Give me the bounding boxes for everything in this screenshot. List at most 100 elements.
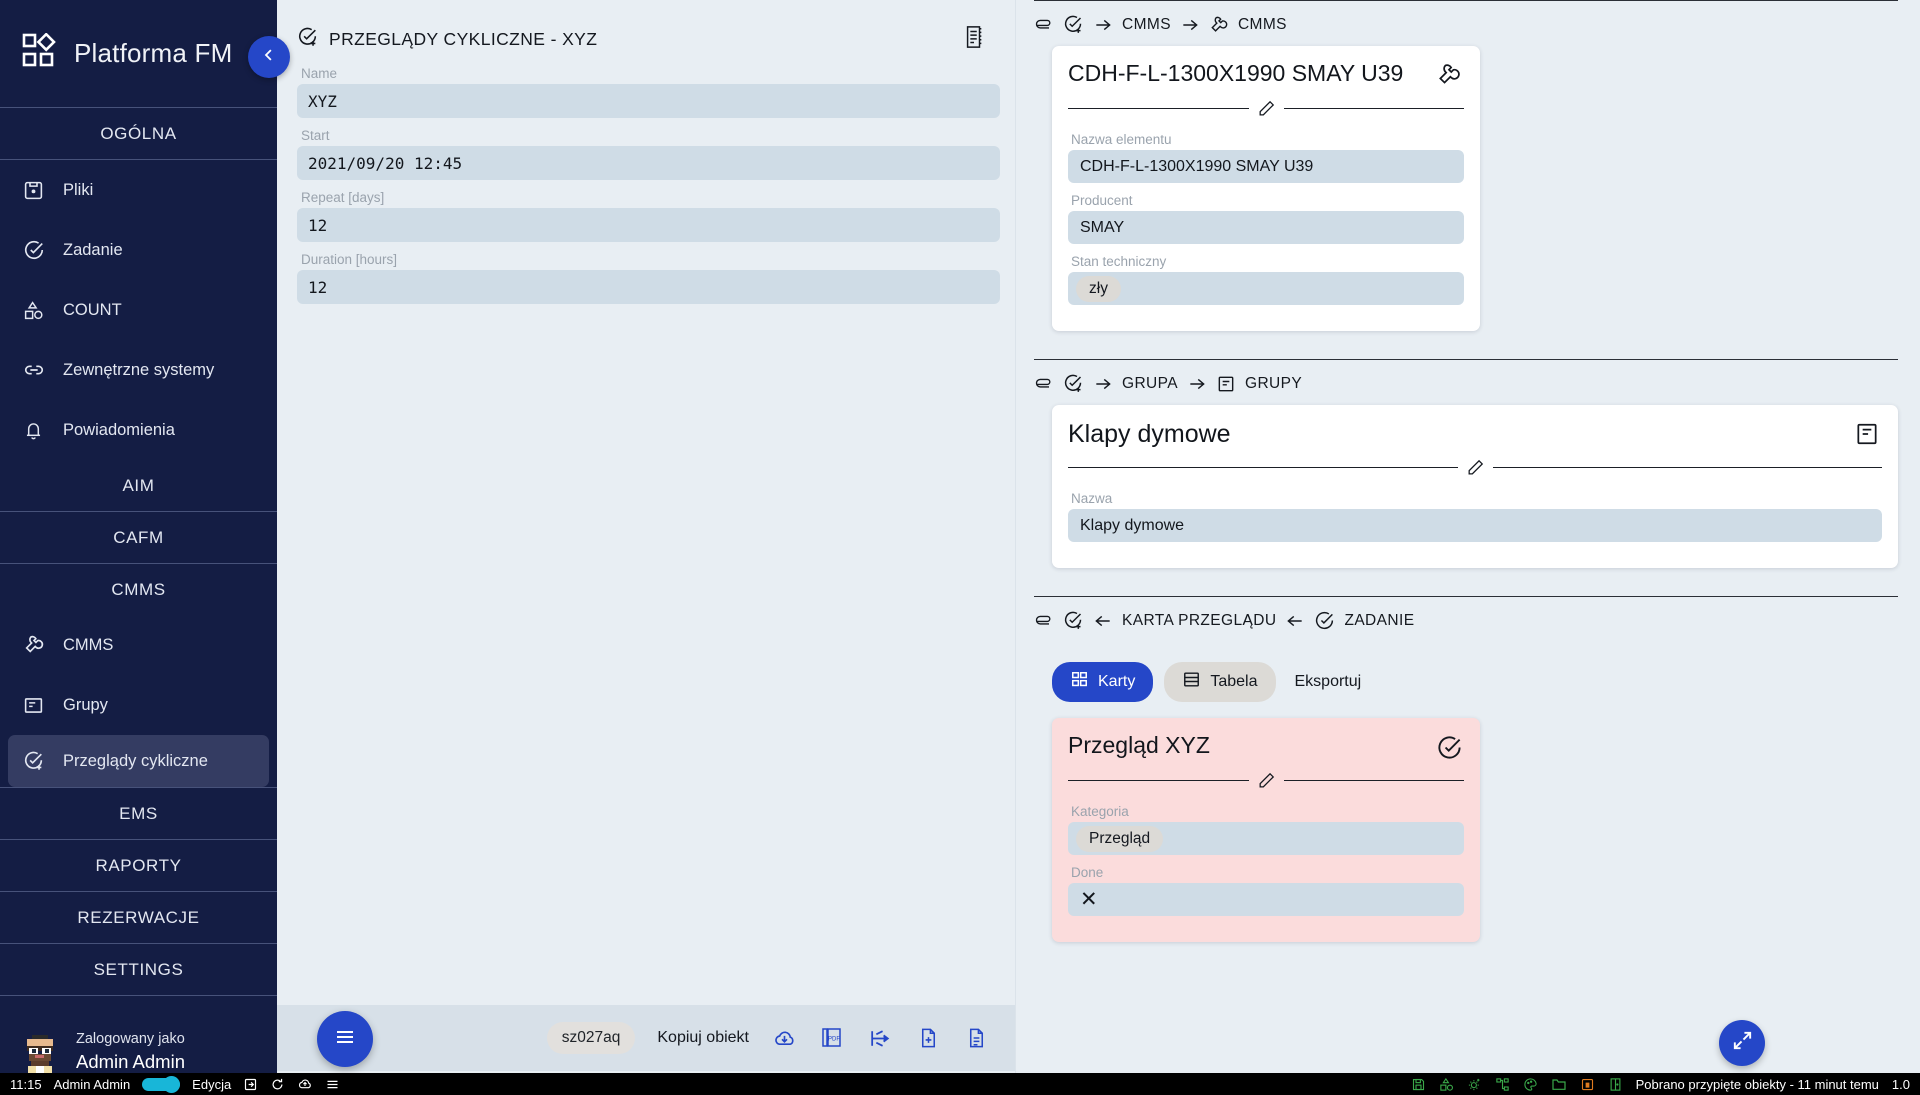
sidebar-section-cmms[interactable]: CMMS	[0, 564, 277, 615]
sidebar-brand[interactable]: Platforma FM	[0, 0, 277, 108]
cards-grid-icon	[1070, 670, 1089, 694]
sidebar-item-label: Zadanie	[63, 240, 123, 259]
copy-object-button[interactable]: Kopiuj obiekt	[657, 1029, 749, 1047]
sidebar-section-aim[interactable]: AIM	[0, 460, 277, 512]
box-orange-icon[interactable]	[1580, 1077, 1595, 1092]
producent-input[interactable]: SMAY	[1068, 211, 1464, 244]
menu-fab-button[interactable]	[317, 1011, 373, 1067]
paperclip-icon[interactable]	[1034, 611, 1054, 631]
breadcrumb: KARTA PRZEGLĄDU ZADANIE	[1034, 597, 1898, 642]
sidebar-item-zewnetrzne-systemy[interactable]: Zewnętrzne systemy	[0, 340, 277, 400]
expand-arrows-icon	[1731, 1029, 1754, 1057]
card-edit-rule	[1068, 458, 1882, 477]
related-objects-panel: CMMS CMMS CDH-F-L-1300X1990 SMAY U39 Naz…	[1016, 0, 1920, 1095]
tab-karty[interactable]: Karty	[1052, 662, 1154, 702]
check-plus-icon[interactable]	[1063, 14, 1084, 35]
check-circle-icon[interactable]	[1434, 732, 1464, 762]
user-name: Admin Admin	[76, 1050, 185, 1072]
field-label: Nazwa	[1071, 491, 1113, 506]
login-arrow-icon[interactable]	[243, 1077, 258, 1092]
app-logo-icon	[22, 32, 58, 74]
check-plus-icon[interactable]	[1063, 610, 1084, 631]
export-button[interactable]: Eksportuj	[1287, 665, 1380, 699]
object-card-cmms: CDH-F-L-1300X1990 SMAY U39 Nazwa element…	[1052, 46, 1480, 331]
done-input[interactable]: ✕	[1068, 883, 1464, 916]
breadcrumb-label[interactable]: CMMS	[1238, 16, 1287, 34]
sidebar-section-ems[interactable]: EMS	[0, 787, 277, 840]
breadcrumb-label[interactable]: GRUPY	[1245, 375, 1302, 393]
breadcrumb-label[interactable]: CMMS	[1122, 16, 1171, 34]
bell-icon	[22, 419, 45, 442]
nazwa-elementu-input[interactable]: CDH-F-L-1300X1990 SMAY U39	[1068, 150, 1464, 183]
name-input[interactable]: XYZ	[297, 84, 1000, 118]
split-arrow-icon[interactable]	[867, 1025, 893, 1051]
field-nazwa: Nazwa Klapy dymowe	[1068, 491, 1882, 542]
sidebar-section-cafm[interactable]: CAFM	[0, 512, 277, 564]
status-time: 11:15	[10, 1076, 42, 1092]
sidebar-item-przeglady-cykliczne[interactable]: Przeglądy cykliczne	[8, 735, 269, 787]
start-input[interactable]: 2021/09/20 12:45	[297, 146, 1000, 180]
cloud-upload-icon[interactable]	[297, 1076, 313, 1092]
tab-label: Tabela	[1210, 673, 1258, 690]
sidebar-item-grupy[interactable]: Grupy	[0, 675, 277, 735]
repeat-input[interactable]: 12	[297, 208, 1000, 242]
door-icon[interactable]	[1608, 1077, 1623, 1092]
sidebar-item-count[interactable]: COUNT	[0, 280, 277, 340]
shapes-icon[interactable]	[1439, 1077, 1454, 1092]
sidebar-section-settings[interactable]: SETTINGS	[0, 944, 277, 996]
arrow-left-icon	[1285, 611, 1305, 631]
breadcrumb-label[interactable]: GRUPA	[1122, 375, 1178, 393]
list-card-icon[interactable]	[1852, 419, 1882, 449]
gear-plus-icon[interactable]	[1467, 1077, 1482, 1092]
stan-techniczny-input[interactable]: zły	[1068, 272, 1464, 305]
kategoria-input[interactable]: Przegląd	[1068, 822, 1464, 855]
field-done: Done ✕	[1068, 865, 1464, 916]
pencil-icon[interactable]	[1249, 99, 1284, 118]
check-plus-icon[interactable]	[1063, 373, 1084, 394]
sidebar-item-zadanie[interactable]: Zadanie	[0, 220, 277, 280]
file-text-icon[interactable]	[963, 1025, 989, 1051]
wrench-icon[interactable]	[1434, 60, 1464, 90]
sidebar-item-label: Zewnętrzne systemy	[63, 360, 215, 379]
tab-tabela[interactable]: Tabela	[1164, 662, 1276, 702]
field-nazwa-elementu: Nazwa elementu CDH-F-L-1300X1990 SMAY U3…	[1068, 132, 1464, 183]
section-cmms: CMMS CMMS CDH-F-L-1300X1990 SMAY U39 Naz…	[1034, 0, 1898, 331]
breadcrumb: GRUPA GRUPY	[1034, 360, 1898, 405]
breadcrumb: CMMS CMMS	[1034, 1, 1898, 46]
nazwa-input[interactable]: Klapy dymowe	[1068, 509, 1882, 542]
paperclip-icon[interactable]	[1034, 374, 1054, 394]
kategoria-badge: Przegląd	[1076, 825, 1164, 852]
paperclip-icon[interactable]	[1034, 15, 1054, 35]
pdf-copy-icon[interactable]: PDF	[819, 1025, 845, 1051]
hamburger-menu-icon	[333, 1025, 357, 1054]
save-disk-icon[interactable]	[1411, 1077, 1426, 1092]
pencil-icon[interactable]	[1249, 771, 1284, 790]
folder-icon[interactable]	[1551, 1076, 1567, 1092]
tree-nodes-icon[interactable]	[1495, 1077, 1510, 1092]
breadcrumb-label[interactable]: KARTA PRZEGLĄDU	[1122, 612, 1276, 630]
expand-fab-button[interactable]	[1719, 1020, 1765, 1066]
edit-mode-toggle[interactable]	[142, 1075, 181, 1093]
sidebar-item-pliki[interactable]: Pliki	[0, 160, 277, 220]
cloud-download-icon[interactable]	[771, 1025, 797, 1051]
sidebar-item-cmms[interactable]: CMMS	[0, 615, 277, 675]
shapes-count-icon	[22, 299, 45, 322]
detail-form: Name XYZ Start 2021/09/20 12:45 Repeat […	[277, 66, 1015, 314]
sidebar-section-ogolna[interactable]: OGÓLNA	[0, 108, 277, 160]
sidebar-section-raporty[interactable]: RAPORTY	[0, 840, 277, 892]
breadcrumb-label[interactable]: ZADANIE	[1344, 612, 1414, 630]
sidebar-item-powiadomienia[interactable]: Powiadomienia	[0, 400, 277, 460]
duration-input[interactable]: 12	[297, 270, 1000, 304]
link-icon	[22, 359, 45, 382]
sidebar-collapse-button[interactable]	[248, 36, 290, 78]
status-badge: zły	[1076, 275, 1121, 302]
object-id-chip[interactable]: sz027aq	[546, 1022, 636, 1054]
menu-lines-icon[interactable]	[325, 1077, 340, 1092]
file-add-icon[interactable]	[915, 1025, 941, 1051]
palette-icon[interactable]	[1523, 1077, 1538, 1092]
refresh-icon[interactable]	[270, 1077, 285, 1092]
detail-panel-header: PRZEGLĄDY CYKLICZNE - XYZ	[277, 0, 1015, 66]
sidebar-section-rezerwacje[interactable]: REZERWACJE	[0, 892, 277, 944]
pencil-icon[interactable]	[1458, 458, 1493, 477]
document-list-icon[interactable]	[963, 25, 985, 54]
